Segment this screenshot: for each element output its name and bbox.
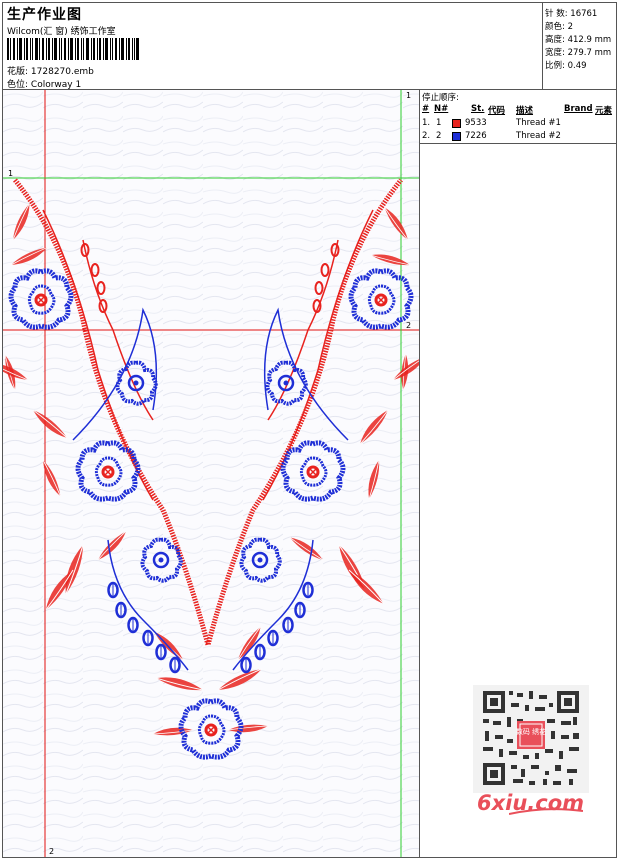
col-header-desc: 描述 <box>516 106 534 116</box>
thread-panel-divider <box>420 143 616 144</box>
guide-label-right-mid: 2 <box>406 321 411 330</box>
col-header-st: St. <box>471 104 485 114</box>
thread-color-swatch <box>452 119 461 128</box>
stat-colors: 颜色: 2 <box>545 20 573 32</box>
design-stats: 针 数: 16761 颜色: 2 高度: 412.9 mm 宽度: 279.7 … <box>542 3 617 89</box>
design-file-name: 1728270.emb <box>30 67 94 77</box>
thread-description: Thread #1 <box>516 118 561 128</box>
guide-label-top-left: 1 <box>8 169 13 178</box>
thread-index: 2. <box>422 131 431 141</box>
stat-value: 0.49 <box>567 61 587 71</box>
production-sheet: 生产作业图 Wilcom(汇 窗) 绣饰工作室 花版: 1728270.emb … <box>2 2 617 858</box>
stat-label: 高度: <box>545 35 565 45</box>
embroidery-preview: 1 1 2 2 <box>3 90 419 857</box>
thread-code: 7226 <box>465 131 487 141</box>
design-file-line: 花版: 1728270.emb <box>7 64 94 77</box>
stat-value: 16761 <box>570 9 598 19</box>
studio-subtitle: Wilcom(汇 窗) 绣饰工作室 <box>7 27 116 37</box>
sheet-title: 生产作业图 <box>7 7 82 23</box>
col-header-hash: # <box>422 104 430 114</box>
stat-value: 412.9 mm <box>567 35 612 45</box>
stat-label: 颜色: <box>545 22 565 32</box>
qr-center-caption: 数码 绣花 <box>516 727 546 736</box>
barcode <box>7 38 139 60</box>
watermark-qr-code: 数码 绣花 <box>473 685 589 793</box>
col-header-code: 代码 <box>488 106 506 116</box>
thread-number: 2 <box>436 131 442 141</box>
header-info: 生产作业图 Wilcom(汇 窗) 绣饰工作室 花版: 1728270.emb … <box>3 3 542 90</box>
stat-label: 针 数: <box>545 9 568 19</box>
guide-label-bottom-left: 2 <box>49 847 54 856</box>
thread-panel-title: 停止顺序: <box>422 93 459 103</box>
thread-number: 1 <box>436 118 442 128</box>
stat-scale: 比例: 0.49 <box>545 59 587 71</box>
stat-label: 比例: <box>545 61 565 71</box>
stat-stitches: 针 数: 16761 <box>545 7 597 19</box>
thread-code: 9533 <box>465 118 487 128</box>
design-canvas: 1 1 2 2 <box>3 90 420 857</box>
col-header-element: 元素 <box>595 106 613 116</box>
stat-height: 高度: 412.9 mm <box>545 33 611 45</box>
stat-width: 宽度: 279.7 mm <box>545 46 611 58</box>
thread-description: Thread #2 <box>516 131 561 141</box>
thread-row: 1. 1 9533 Thread #1 <box>420 118 616 131</box>
col-header-n: N# <box>434 104 449 114</box>
thread-color-swatch <box>452 132 461 141</box>
col-header-brand: Brand <box>564 104 593 114</box>
design-label: 花版: <box>7 67 29 77</box>
thread-index: 1. <box>422 118 431 128</box>
brand-swoosh-icon <box>509 808 583 815</box>
guide-label-top-right: 1 <box>406 91 411 100</box>
stat-label: 宽度: <box>545 48 565 58</box>
stat-value: 279.7 mm <box>567 48 612 58</box>
stat-value: 2 <box>567 22 573 32</box>
